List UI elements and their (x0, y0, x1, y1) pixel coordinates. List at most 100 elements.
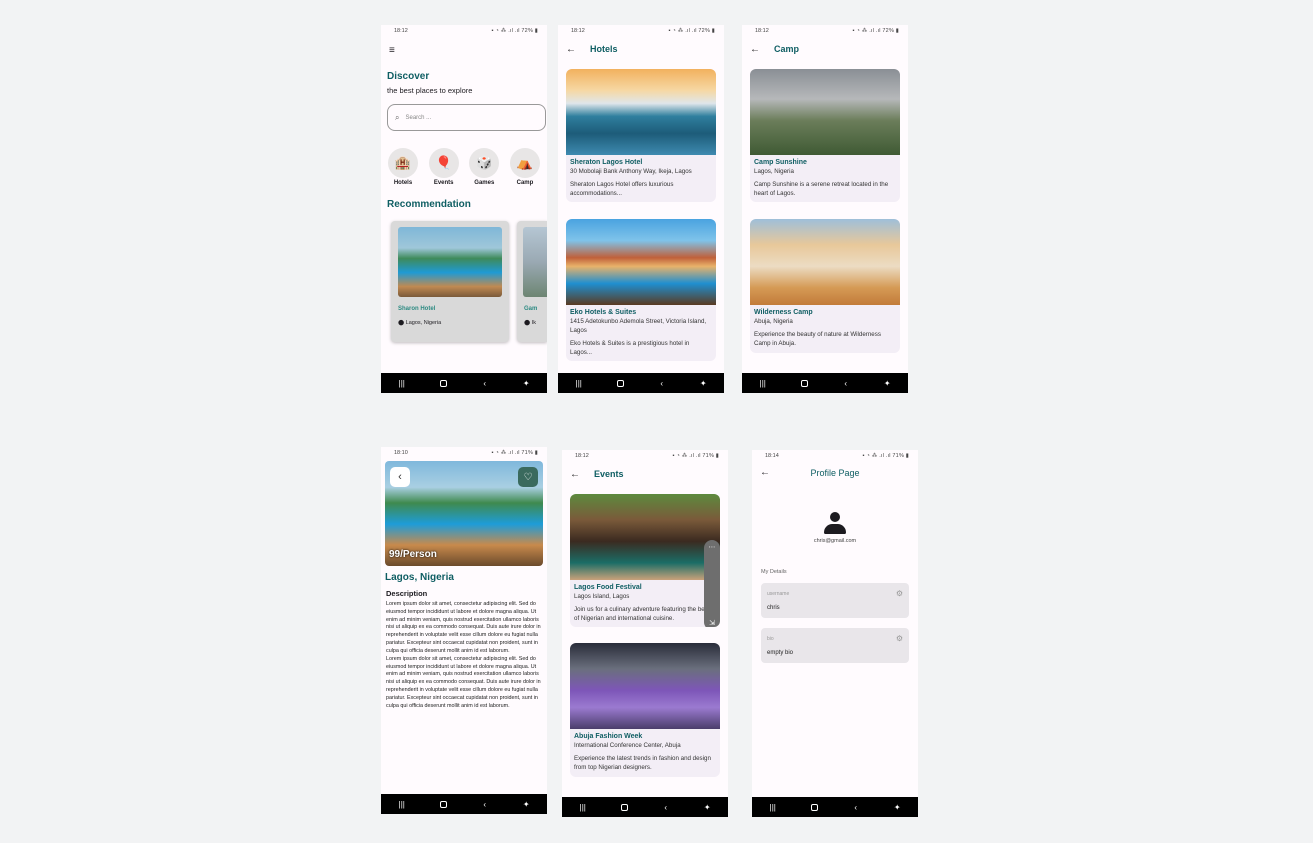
camp-screen: 18:12 ▪ ◔ ⁂ .ıl .ıl 72% ▮ ← Camp Camp Su… (742, 25, 908, 393)
back-icon[interactable]: ‹ (846, 803, 866, 812)
more-icon: ⋯ (708, 544, 716, 551)
accessibility-icon[interactable]: ✦ (693, 379, 713, 388)
balloon-icon: 🎈 (428, 148, 459, 178)
home-icon[interactable] (433, 800, 453, 808)
category-label: Camp (516, 180, 534, 186)
event-photo (570, 494, 720, 580)
card-description: Eko Hotels & Suites is a prestigious hot… (570, 339, 690, 356)
location-pin-icon: ⬤ (398, 320, 405, 326)
category-camp[interactable]: ⛺ Camp (509, 148, 540, 186)
recent-apps-icon[interactable]: ||| (763, 803, 783, 812)
card-description: Join us for a culinary adventure featuri… (574, 605, 710, 622)
app-bar: ← Hotels (558, 37, 724, 61)
card-title: Camp Sunshine (754, 159, 807, 166)
camp-card[interactable]: Wilderness Camp Abuja, Nigeria Experienc… (750, 219, 900, 353)
status-bar: 18:12 ▪ ◔ ⁂ .ıl .ıl 72% ▮ (381, 25, 547, 37)
app-bar: ← Events (562, 462, 728, 486)
games-icon: 🎲 (469, 148, 500, 178)
page-title: Hotels (590, 44, 618, 54)
description-text: Lorem ipsum dolor sit amet, consectetur … (386, 655, 541, 709)
camp-card[interactable]: Camp Sunshine Lagos, Nigeria Camp Sunshi… (750, 69, 900, 203)
category-games[interactable]: 🎲 Games (469, 148, 500, 186)
card-description: Experience the latest trends in fashion … (574, 754, 711, 772)
drag-icon: ⇲ (709, 620, 715, 627)
back-icon[interactable]: ‹ (656, 803, 676, 812)
event-card[interactable]: Abuja Fashion Week International Confere… (570, 643, 720, 777)
card-address: International Conference Center, Abuja (574, 742, 681, 750)
category-list: 🏨 Hotels 🎈 Events 🎲 Games ⛺ Camp (381, 148, 547, 186)
accessibility-icon[interactable]: ✦ (516, 800, 536, 809)
back-icon[interactable]: ‹ (475, 379, 495, 388)
rec-location: ⬤ Ik (524, 320, 536, 326)
card-description: Experience the beauty of nature at Wilde… (754, 330, 881, 348)
home-icon[interactable] (610, 379, 630, 387)
status-time: 18:12 (755, 28, 769, 34)
camp-photo (750, 219, 900, 306)
card-title: Sheraton Lagos Hotel (570, 159, 643, 166)
floating-handle[interactable]: ⋯ ⇲ (704, 540, 720, 628)
system-nav-bar: ||| ‹ ✦ (752, 797, 918, 817)
page-title: Discover (387, 71, 430, 82)
recent-apps-icon[interactable]: ||| (392, 800, 412, 809)
recent-apps-icon[interactable]: ||| (392, 379, 412, 388)
hotel-card[interactable]: Sheraton Lagos Hotel 30 Mobolaji Bank An… (566, 69, 716, 203)
home-icon[interactable] (614, 803, 634, 811)
event-card[interactable]: Lagos Food Festival Lagos Island, Lagos … (570, 494, 720, 628)
category-hotels[interactable]: 🏨 Hotels (388, 148, 418, 186)
description-text: Lorem ipsum dolor sit amet, consectetur … (386, 601, 541, 654)
back-button[interactable]: ‹ (390, 467, 410, 487)
back-arrow-icon[interactable]: ← (566, 44, 576, 55)
status-battery: ▪ ◔ ⁂ .ıl .ıl 71% ▮ (672, 453, 719, 459)
card-address: Lagos, Nigeria (754, 168, 794, 175)
accessibility-icon[interactable]: ✦ (697, 803, 717, 812)
username-field[interactable]: username chris ⚙ (761, 583, 909, 618)
system-nav-bar: ||| ‹ ✦ (742, 373, 908, 393)
category-label: Games (474, 180, 495, 186)
hotel-icon: 🏨 (388, 148, 418, 178)
status-time: 18:14 (765, 453, 779, 459)
card-description: Sheraton Lagos Hotel offers luxurious ac… (570, 180, 674, 197)
status-time: 18:12 (394, 28, 408, 34)
accessibility-icon[interactable]: ✦ (887, 803, 907, 812)
page-title: Events (594, 469, 624, 479)
bio-field[interactable]: bio empty bio ⚙ (761, 628, 909, 663)
home-icon[interactable] (433, 379, 453, 387)
system-nav-bar: ||| ‹ ✦ (381, 794, 547, 814)
recent-apps-icon[interactable]: ||| (753, 379, 773, 388)
gear-icon[interactable]: ⚙ (896, 634, 903, 643)
recommendation-card[interactable]: Sharon Hotel ⬤ Lagos, Nigeria (391, 221, 509, 342)
search-input[interactable]: ⌕ Search ... (387, 104, 546, 131)
hotel-photo (566, 69, 716, 155)
home-icon[interactable] (794, 379, 814, 387)
back-icon[interactable]: ‹ (475, 800, 495, 809)
category-label: Events (433, 180, 454, 186)
back-icon[interactable]: ‹ (836, 379, 856, 388)
back-arrow-icon[interactable]: ← (750, 44, 760, 55)
gear-icon[interactable]: ⚙ (896, 589, 903, 598)
hotel-card[interactable]: Eko Hotels & Suites 1415 Adetokunbo Adem… (566, 219, 716, 362)
app-bar: ← Profile Page (752, 462, 918, 486)
recommendation-card[interactable]: Gam ⬤ Ik (517, 221, 547, 342)
system-nav-bar: ||| ‹ ✦ (381, 373, 547, 393)
card-address: Lagos Island, Lagos (574, 593, 630, 600)
back-icon[interactable]: ‹ (652, 379, 672, 388)
accessibility-icon[interactable]: ✦ (516, 379, 536, 388)
status-time: 18:12 (575, 453, 589, 459)
page-subtitle: the best places to explore (387, 86, 473, 95)
favorite-button[interactable]: ♡ (518, 467, 538, 487)
home-icon[interactable] (804, 803, 824, 811)
category-events[interactable]: 🎈 Events (428, 148, 459, 186)
hero-image: ‹ ♡ 99/Person (385, 461, 543, 566)
hotels-screen: 18:12 ▪ ◔ ⁂ .ıl .ıl 72% ▮ ← Hotels Shera… (558, 25, 724, 393)
recent-apps-icon[interactable]: ||| (569, 379, 589, 388)
back-arrow-icon[interactable]: ← (570, 469, 580, 480)
discover-screen: 18:12 ▪ ◔ ⁂ .ıl .ıl 72% ▮ ≡ Discover the… (381, 25, 547, 393)
menu-icon[interactable]: ≡ (389, 45, 395, 56)
app-bar: ← Camp (742, 37, 908, 61)
card-address: Abuja, Nigeria (754, 318, 793, 326)
recent-apps-icon[interactable]: ||| (573, 803, 593, 812)
card-description: Camp Sunshine is a serene retreat locate… (754, 180, 889, 197)
accessibility-icon[interactable]: ✦ (877, 379, 897, 388)
field-value: empty bio (767, 650, 794, 656)
section-title: My Details (761, 569, 787, 575)
